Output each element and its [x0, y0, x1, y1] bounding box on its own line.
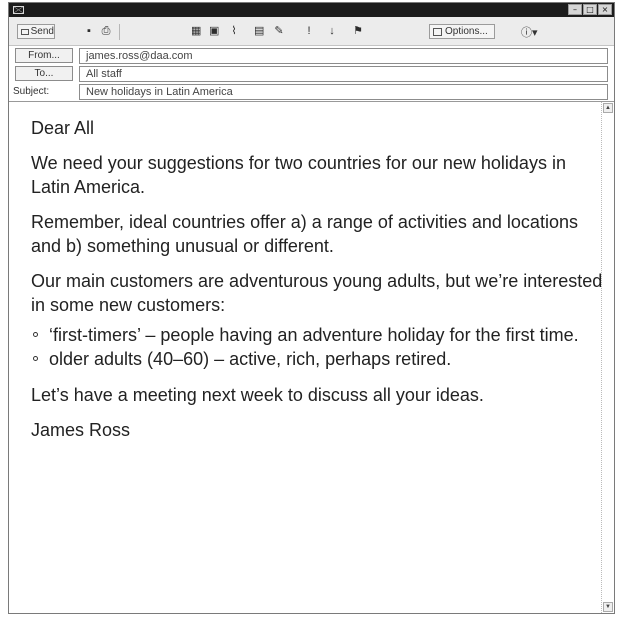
signature-icon[interactable]: ✎	[274, 26, 284, 37]
high-importance-icon[interactable]: !	[304, 26, 314, 37]
options-icon	[433, 27, 442, 36]
toolbar: Send ▪ ⎙ ▦ ▣ ⌇ ▤ ✎ ! ↓ ⚑ Options... ⓘ▾	[9, 17, 614, 46]
maximize-icon[interactable]: □	[583, 4, 597, 15]
message-text: Dear All We need your suggestions for tw…	[31, 116, 603, 453]
send-button-label: Send	[30, 26, 54, 37]
minimize-icon[interactable]: –	[568, 4, 582, 15]
closing-line: Let’s have a meeting next week to discus…	[31, 385, 484, 405]
options-button[interactable]: Options...	[429, 24, 495, 39]
to-row: To... All staff	[9, 64, 614, 82]
email-compose-window: – □ × Send ▪ ⎙ ▦ ▣ ⌇ ▤ ✎ ! ↓ ⚑ Options..…	[8, 2, 615, 614]
subject-field[interactable]: New holidays in Latin America	[79, 84, 608, 100]
bullet-list: ‘first-timers’ – people having an advent…	[31, 323, 603, 371]
bullet-item: ‘first-timers’ – people having an advent…	[31, 323, 603, 347]
from-button[interactable]: From...	[15, 48, 73, 63]
check-names-icon[interactable]: ▣	[209, 26, 219, 37]
subject-row: Subject: New holidays in Latin America	[9, 82, 614, 100]
send-button[interactable]: Send	[17, 24, 55, 39]
to-button[interactable]: To...	[15, 66, 73, 81]
from-field[interactable]: james.ross@daa.com	[79, 48, 608, 64]
send-icon	[21, 28, 29, 35]
address-book-icon[interactable]: ▦	[191, 26, 201, 37]
flag-icon[interactable]: ⚑	[353, 26, 363, 37]
envelope-icon	[13, 6, 24, 14]
signature: James Ross	[31, 420, 131, 440]
toolbar-separator	[119, 24, 120, 40]
help-icon[interactable]: ⓘ▾	[521, 24, 538, 39]
to-field[interactable]: All staff	[79, 66, 608, 82]
low-importance-icon[interactable]: ↓	[327, 26, 337, 37]
window-controls: – □ ×	[568, 4, 612, 15]
title-bar: – □ ×	[9, 3, 614, 17]
bullet-item: older adults (40–60) – active, rich, per…	[31, 347, 603, 371]
print-icon[interactable]: ⎙	[101, 26, 111, 37]
message-paragraph: We need your suggestions for two countri…	[31, 153, 566, 197]
message-body[interactable]: ▲ ▼ Dear All We need your suggestions fo…	[9, 101, 614, 613]
greeting: Dear All	[31, 118, 95, 138]
save-icon[interactable]: ▪	[84, 26, 94, 37]
insert-file-icon[interactable]: ▤	[254, 26, 264, 37]
attach-icon[interactable]: ⌇	[229, 26, 239, 37]
message-paragraph: Remember, ideal countries offer a) a ran…	[31, 212, 578, 256]
from-row: From... james.ross@daa.com	[9, 46, 614, 64]
scroll-up-icon[interactable]: ▲	[603, 103, 613, 113]
close-icon[interactable]: ×	[598, 4, 612, 15]
options-button-label: Options...	[445, 26, 488, 37]
subject-label: Subject:	[13, 86, 50, 97]
message-paragraph: Our main customers are adventurous young…	[31, 271, 603, 315]
scroll-down-icon[interactable]: ▼	[603, 602, 613, 612]
